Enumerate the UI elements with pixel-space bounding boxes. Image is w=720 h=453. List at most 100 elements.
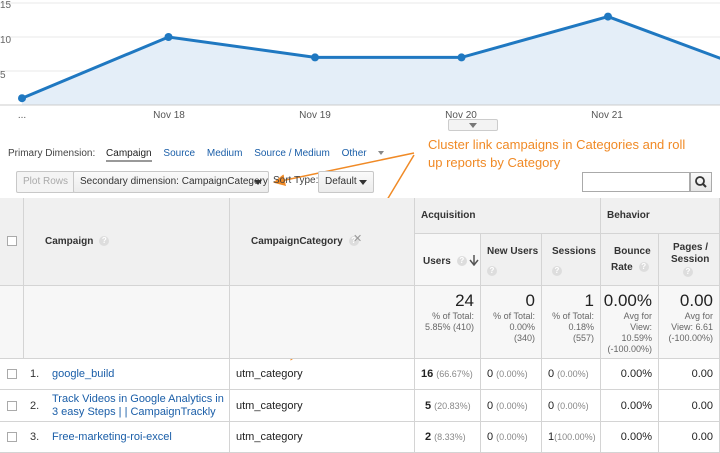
- totals-new-users-value: 0: [525, 291, 535, 310]
- bounce-value: 0.00%: [620, 400, 652, 412]
- campaign-link[interactable]: Track Videos in Google Analytics in 3 ea…: [52, 393, 224, 419]
- header-users[interactable]: Users?: [415, 234, 481, 286]
- totals-users-sub: % of Total:: [432, 311, 474, 321]
- header-checkbox-cell: [0, 198, 24, 286]
- header-bounce-label: Bounce: [614, 246, 651, 257]
- x-tick-label: Nov 19: [299, 110, 331, 121]
- totals-new-users: 0 % of Total: 0.00% (340): [481, 286, 542, 359]
- totals-bounce-sub: 10.59%: [621, 333, 652, 343]
- help-icon: ?: [683, 267, 693, 277]
- remove-dimension-icon[interactable]: ✕: [353, 232, 362, 245]
- header-campaign[interactable]: Campaign?: [24, 198, 230, 286]
- header-bounce-rate[interactable]: Bounce Rate?: [601, 234, 659, 286]
- campaign-link[interactable]: google_build: [52, 368, 114, 381]
- header-rate-label: Rate: [611, 262, 633, 273]
- help-icon: ?: [552, 266, 562, 276]
- totals-sessions-value: 1: [584, 291, 594, 310]
- secondary-dimension-label: Secondary dimension: CampaignCategory: [80, 176, 268, 187]
- header-acquisition-group: Acquisition: [415, 198, 601, 234]
- x-tick-label: Nov 21: [591, 110, 623, 121]
- select-all-checkbox[interactable]: [7, 236, 17, 246]
- data-point: [604, 12, 612, 21]
- table-row: 3. Free-marketing-roi-excel: [24, 422, 230, 453]
- primary-dimension-bar: Primary Dimension: Campaign Source Mediu…: [8, 148, 402, 162]
- sort-down-arrow-icon: [469, 255, 479, 266]
- users-value: 16: [421, 368, 434, 380]
- y-tick-label: 5: [0, 70, 6, 81]
- sessions-pct: (100.00%): [554, 432, 596, 442]
- dimension-source[interactable]: Source: [163, 148, 195, 159]
- totals-pages-sub: View: 6.61: [671, 322, 713, 332]
- new-users-value: 0: [487, 400, 494, 412]
- dimension-medium[interactable]: Medium: [207, 148, 243, 159]
- help-icon: ?: [638, 262, 649, 273]
- totals-users: 24 % of Total: 5.85% (410): [415, 286, 481, 359]
- header-new-users[interactable]: New Users ?: [481, 234, 542, 286]
- row-number: 3.: [30, 431, 40, 443]
- totals-bounce-sub: Avg for: [623, 311, 652, 321]
- sort-type-select[interactable]: Default: [318, 171, 374, 193]
- campaign-link-line: 3 easy Steps | | CampaignTrackly: [52, 406, 216, 418]
- totals-new-users-sub: (340): [513, 333, 535, 343]
- totals-sessions-sub: (557): [572, 333, 594, 343]
- totals-pages-value: 0.00: [679, 291, 713, 310]
- totals-pages-sub: (-100.00%): [668, 333, 713, 343]
- sessions-value: 0: [548, 368, 555, 380]
- row-checkbox[interactable]: [7, 432, 17, 442]
- dimension-campaign[interactable]: Campaign: [106, 148, 152, 162]
- totals-users-sub: 5.85% (410): [424, 322, 474, 332]
- sessions-cell: 1(100.00%): [542, 422, 601, 453]
- search-input[interactable]: [582, 172, 690, 192]
- dimension-source-medium[interactable]: Source / Medium: [254, 148, 330, 159]
- category-cell: utm_category: [230, 422, 415, 453]
- pages-value: 0.00: [691, 400, 713, 412]
- bounce-value: 0.00%: [620, 431, 652, 443]
- row-checkbox-cell: [0, 422, 24, 453]
- sessions-pct: (0.00%): [557, 401, 589, 411]
- totals-bounce-rate: 0.00% Avg for View: 10.59% (-100.00%): [601, 286, 659, 359]
- totals-sessions: 1 % of Total: 0.18% (557): [542, 286, 601, 359]
- new-users-cell: 0 (0.00%): [481, 422, 542, 453]
- dimension-other-label: Other: [341, 148, 367, 159]
- totals-category-cell: [230, 286, 415, 359]
- row-checkbox[interactable]: [7, 369, 17, 379]
- table-row: 1. google_build: [24, 359, 230, 390]
- dimension-other[interactable]: Other: [342, 148, 393, 159]
- bounce-cell: 0.00%: [601, 422, 659, 453]
- line-chart: 15 10 5 ... Nov 18 Nov 19 Nov 20 Nov 21: [0, 0, 720, 135]
- totals-sessions-sub: 0.18%: [568, 322, 594, 332]
- header-session-label: Session: [671, 254, 710, 265]
- header-users-label: Users: [423, 256, 451, 267]
- secondary-dimension-select[interactable]: Secondary dimension: CampaignCategory: [73, 171, 269, 193]
- help-icon: ?: [99, 236, 110, 247]
- users-cell: 16 (66.67%): [415, 359, 481, 390]
- header-sessions[interactable]: Sessions ?: [542, 234, 601, 286]
- header-sessions-label: Sessions: [552, 246, 596, 257]
- chart-collapse-handle[interactable]: [448, 119, 498, 131]
- row-checkbox[interactable]: [7, 401, 17, 411]
- data-table: Campaign? CampaignCategory? ✕ Acquisitio…: [0, 198, 720, 453]
- campaign-link[interactable]: Free-marketing-roi-excel: [52, 431, 172, 444]
- users-value: 2: [425, 431, 432, 443]
- header-pages-session[interactable]: Pages / Session ?: [659, 234, 720, 286]
- bounce-value: 0.00%: [620, 368, 652, 380]
- new-users-cell: 0 (0.00%): [481, 359, 542, 390]
- chevron-down-icon: [377, 151, 384, 156]
- new-users-pct: (0.00%): [496, 432, 528, 442]
- sessions-cell: 0 (0.00%): [542, 359, 601, 390]
- primary-dimension-label: Primary Dimension:: [8, 148, 96, 159]
- search-button[interactable]: [690, 172, 712, 192]
- chevron-down-icon: [254, 180, 262, 185]
- pages-cell: 0.00: [659, 390, 720, 422]
- totals-new-users-sub: % of Total:: [493, 311, 535, 321]
- sessions-pct: (0.00%): [557, 369, 589, 379]
- row-checkbox-cell: [0, 390, 24, 422]
- header-campaign-category[interactable]: CampaignCategory? ✕: [230, 198, 415, 286]
- sessions-cell: 0 (0.00%): [542, 390, 601, 422]
- help-icon: ?: [487, 266, 497, 276]
- sort-type-value: Default: [325, 176, 357, 187]
- search-icon: [695, 176, 707, 188]
- plot-rows-button[interactable]: Plot Rows: [16, 171, 76, 193]
- pages-value: 0.00: [691, 368, 713, 380]
- new-users-pct: (0.00%): [496, 369, 528, 379]
